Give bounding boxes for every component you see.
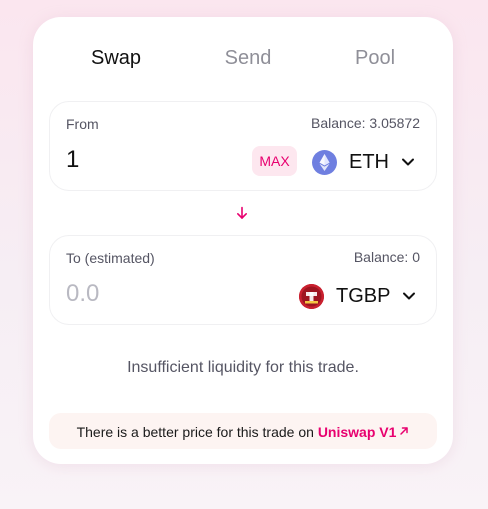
swap-card: Swap Send Pool From Balance: 3.05872 1 M…: [33, 17, 453, 464]
nav-tabs: Swap Send Pool: [33, 47, 453, 69]
ethereum-icon: [312, 149, 337, 175]
to-amount-input[interactable]: 0.0: [66, 280, 99, 308]
max-button[interactable]: MAX: [252, 146, 297, 176]
to-token-selector[interactable]: TGBP: [299, 282, 416, 310]
from-amount-input[interactable]: 1: [66, 146, 79, 174]
from-panel: From Balance: 3.05872 1 MAX ETH: [49, 101, 437, 191]
uniswap-v1-link[interactable]: Uniswap V1: [318, 424, 410, 440]
from-balance: Balance: 3.05872: [311, 115, 420, 131]
insufficient-liquidity-message: Insufficient liquidity for this trade.: [127, 359, 359, 376]
tgbp-token-icon: [299, 283, 324, 309]
from-token-selector[interactable]: ETH: [312, 148, 415, 176]
to-label: To (estimated): [66, 250, 155, 266]
chevron-down-icon: [401, 155, 415, 169]
to-balance: Balance: 0: [353, 249, 420, 265]
tab-swap[interactable]: Swap: [66, 47, 166, 70]
better-price-notice: There is a better price for this trade o…: [49, 413, 437, 449]
to-token-symbol: TGBP: [336, 284, 391, 307]
chevron-down-icon: [402, 289, 416, 303]
tab-pool[interactable]: Pool: [325, 47, 425, 70]
arrow-down-icon[interactable]: [235, 206, 249, 220]
external-link-arrow-icon: [399, 413, 409, 435]
notice-text: There is a better price for this trade o…: [76, 424, 318, 440]
from-label: From: [66, 116, 99, 132]
uniswap-v1-link-label: Uniswap V1: [317, 424, 397, 440]
to-panel: To (estimated) Balance: 0 0.0 TGBP: [49, 235, 437, 325]
from-token-symbol: ETH: [349, 150, 389, 173]
tab-send[interactable]: Send: [198, 47, 298, 70]
